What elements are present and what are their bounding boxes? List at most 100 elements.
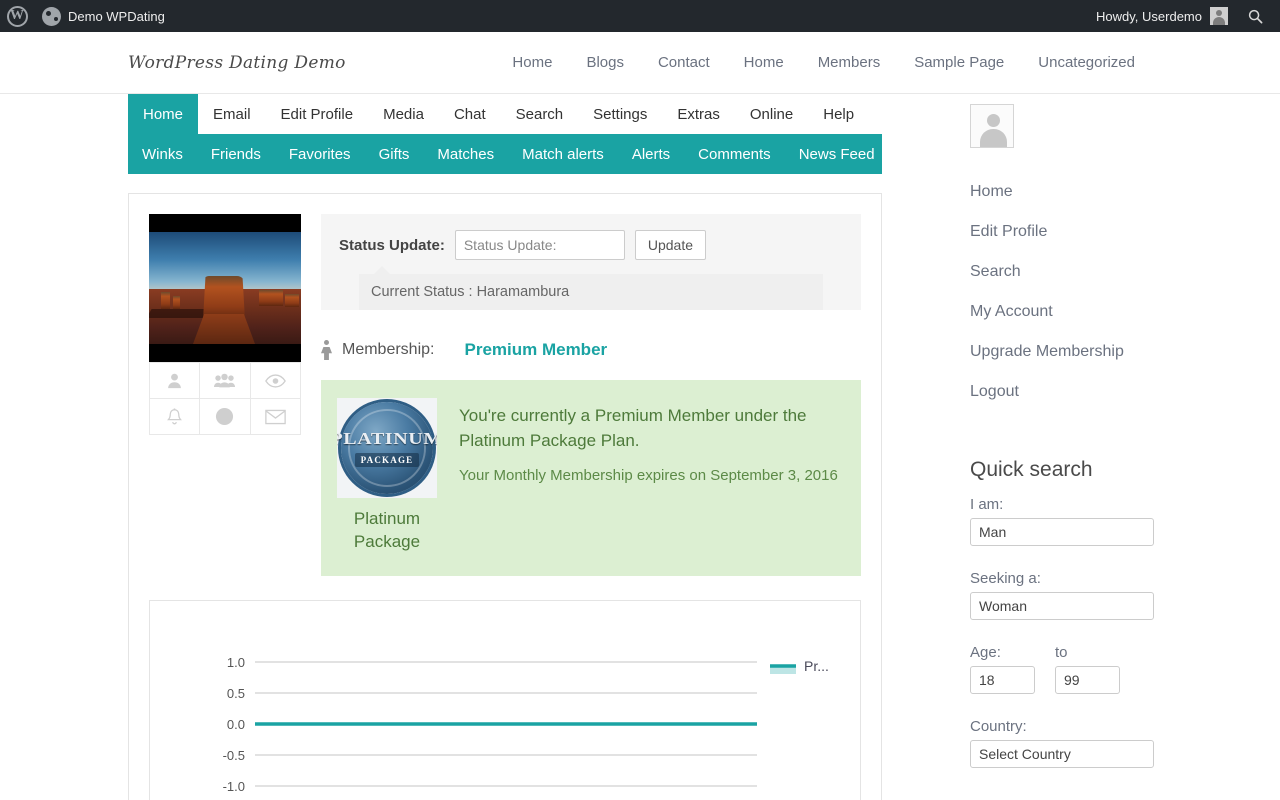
account-menu[interactable]: Howdy, Userdemo bbox=[1086, 0, 1238, 32]
age-to-group: to 99 bbox=[1055, 644, 1120, 694]
tab-media[interactable]: Media bbox=[368, 94, 439, 134]
profile-icon-notifications[interactable] bbox=[150, 399, 201, 435]
sidebar-item-edit-profile[interactable]: Edit Profile bbox=[970, 212, 1122, 252]
sidebar-item-upgrade-membership[interactable]: Upgrade Membership bbox=[970, 332, 1124, 372]
profile-icon-group[interactable] bbox=[200, 363, 251, 399]
age-range-row: Age: 18 to 99 bbox=[970, 644, 1122, 694]
membership-value: Premium Member bbox=[464, 340, 608, 359]
tab-chat[interactable]: Chat bbox=[439, 94, 501, 134]
status-input[interactable] bbox=[454, 230, 625, 260]
sidebar-menu: Home Edit Profile Search My Account Upgr… bbox=[970, 172, 1124, 412]
profile-action-icons bbox=[149, 362, 301, 435]
sidebar-avatar[interactable] bbox=[970, 104, 1014, 148]
country-label: Country: bbox=[970, 718, 1027, 735]
subnav-favorites[interactable]: Favorites bbox=[275, 134, 365, 174]
profile-views-chart[interactable]: 1.0 0.5 0.0 -0.5 -1.0 Pr... bbox=[149, 599, 861, 800]
dating-subnav: Winks Friends Favorites Gifts Matches Ma… bbox=[128, 134, 882, 174]
subnav-friends[interactable]: Friends bbox=[197, 134, 275, 174]
profile-icon-status[interactable] bbox=[200, 399, 251, 435]
seeking-select[interactable]: Woman bbox=[970, 592, 1154, 620]
age-from-input[interactable]: 18 bbox=[970, 666, 1035, 694]
adminbar-right-group: Howdy, Userdemo bbox=[1086, 0, 1280, 32]
subnav-matches[interactable]: Matches bbox=[423, 134, 508, 174]
subnav-alerts[interactable]: Alerts bbox=[618, 134, 684, 174]
tab-home[interactable]: Home bbox=[128, 94, 199, 134]
country-select[interactable]: Select Country bbox=[970, 740, 1154, 768]
platinum-package-badge: PLATINUM PACKAGE bbox=[337, 398, 437, 498]
badge-column: PLATINUM PACKAGE Platinum Package bbox=[337, 398, 437, 554]
sidebar-item-logout[interactable]: Logout bbox=[970, 372, 1122, 412]
nav-item-members[interactable]: Members bbox=[801, 54, 898, 71]
nav-item-contact[interactable]: Contact bbox=[641, 54, 727, 71]
banner-text-block: You're currently a Premium Member under … bbox=[459, 398, 841, 554]
banner-expiry-text: Your Monthly Membership expires on Septe… bbox=[459, 467, 838, 485]
status-update-label: Status Update: bbox=[339, 236, 445, 254]
legend-swatch-fill bbox=[770, 666, 796, 674]
membership-banner: PLATINUM PACKAGE Platinum Package You're… bbox=[321, 380, 861, 576]
dashboard-card: Status Update: Update Current Status : H… bbox=[128, 193, 882, 800]
profile-icon-messages[interactable] bbox=[250, 399, 301, 435]
status-and-membership: Status Update: Update Current Status : H… bbox=[321, 214, 861, 576]
nav-item-sample-page[interactable]: Sample Page bbox=[897, 54, 1021, 71]
seeking-label: Seeking a: bbox=[970, 570, 1041, 587]
badge-caption: Platinum Package bbox=[353, 509, 421, 551]
wp-admin-bar: W Demo WPDating Howdy, Userdemo bbox=[0, 0, 1280, 32]
banner-main-text: You're currently a Premium Member under … bbox=[459, 406, 807, 450]
tab-extras[interactable]: Extras bbox=[662, 94, 735, 134]
adminbar-site-name[interactable]: Demo WPDating bbox=[34, 0, 175, 32]
photo-mesa-right-2 bbox=[285, 294, 299, 307]
quick-search-title: Quick search bbox=[970, 458, 1093, 481]
ytick-1: 1.0 bbox=[227, 655, 245, 670]
envelope-icon bbox=[265, 409, 286, 424]
photo-mesa-left-1 bbox=[161, 292, 170, 309]
tab-email[interactable]: Email bbox=[198, 94, 266, 134]
group-icon bbox=[214, 373, 236, 388]
adminbar-site-label: Demo WPDating bbox=[68, 8, 165, 24]
site-header: WordPress Dating Demo Home Blogs Contact… bbox=[0, 32, 1280, 94]
tab-settings[interactable]: Settings bbox=[578, 94, 662, 134]
subnav-winks[interactable]: Winks bbox=[128, 134, 197, 174]
subnav-gifts[interactable]: Gifts bbox=[365, 134, 424, 174]
profile-icon-user[interactable] bbox=[150, 363, 201, 399]
nav-item-home-1[interactable]: Home bbox=[495, 54, 569, 71]
tab-edit-profile[interactable]: Edit Profile bbox=[266, 94, 369, 134]
howdy-label: Howdy, Userdemo bbox=[1096, 8, 1202, 24]
wordpress-logo-button[interactable]: W bbox=[0, 0, 34, 32]
user-icon bbox=[168, 373, 182, 389]
avatar bbox=[1210, 7, 1228, 25]
adminbar-search-button[interactable] bbox=[1238, 0, 1272, 32]
subnav-comments[interactable]: Comments bbox=[684, 134, 785, 174]
profile-and-status-row: Status Update: Update Current Status : H… bbox=[149, 214, 861, 576]
ytick-3: 0.0 bbox=[227, 717, 245, 732]
content-column: Home Email Edit Profile Media Chat Searc… bbox=[128, 94, 882, 800]
photo-mesa-main bbox=[203, 276, 245, 320]
person-icon bbox=[321, 340, 332, 360]
nav-item-blogs[interactable]: Blogs bbox=[569, 54, 641, 71]
dashboard-icon bbox=[42, 6, 61, 26]
ytick-2: 0.5 bbox=[227, 686, 245, 701]
i-am-label: I am: bbox=[970, 496, 1004, 513]
chart-svg: 1.0 0.5 0.0 -0.5 -1.0 Pr... bbox=[223, 655, 829, 794]
circle-icon bbox=[216, 407, 234, 426]
eye-icon bbox=[264, 373, 286, 388]
sidebar-item-search[interactable]: Search bbox=[970, 252, 1122, 292]
membership-label: Membership: bbox=[342, 341, 435, 358]
nav-item-home-2[interactable]: Home bbox=[727, 54, 801, 71]
sidebar-item-home[interactable]: Home bbox=[970, 172, 1122, 212]
tab-online[interactable]: Online bbox=[735, 94, 808, 134]
age-to-input[interactable]: 99 bbox=[1055, 666, 1120, 694]
i-am-select[interactable]: Man bbox=[970, 518, 1154, 546]
subnav-news-feed[interactable]: News Feed bbox=[785, 134, 889, 174]
tab-help[interactable]: Help bbox=[808, 94, 869, 134]
profile-photo[interactable] bbox=[149, 214, 301, 362]
subnav-match-alerts[interactable]: Match alerts bbox=[508, 134, 618, 174]
nav-item-uncategorized[interactable]: Uncategorized bbox=[1021, 54, 1152, 71]
sidebar: Home Edit Profile Search My Account Upgr… bbox=[882, 94, 1154, 800]
profile-icon-views[interactable] bbox=[250, 363, 301, 399]
update-button[interactable]: Update bbox=[634, 230, 706, 260]
tab-search[interactable]: Search bbox=[501, 94, 579, 134]
site-title[interactable]: WordPress Dating Demo bbox=[128, 53, 346, 73]
seal-icon: PLATINUM PACKAGE bbox=[337, 402, 437, 494]
bell-icon bbox=[167, 407, 183, 424]
sidebar-item-my-account[interactable]: My Account bbox=[970, 292, 1122, 332]
